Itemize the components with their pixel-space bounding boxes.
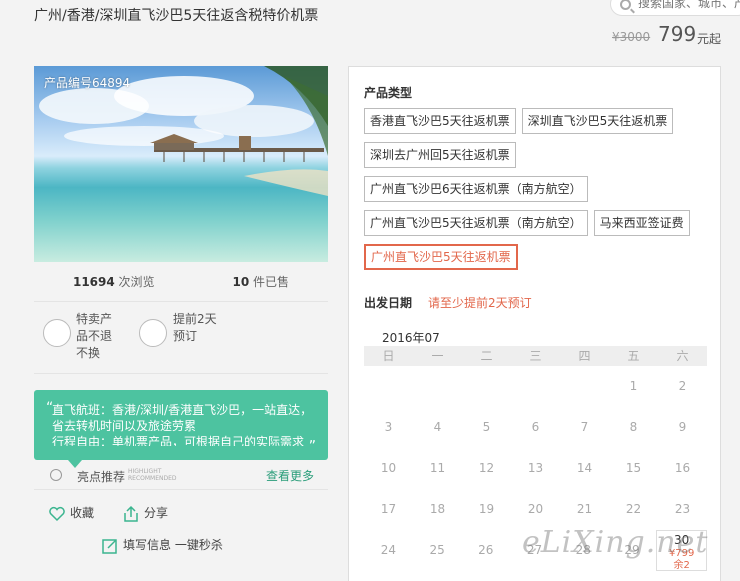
views-stat: 11694 次浏览 bbox=[73, 273, 155, 290]
product-type-chip[interactable]: 广州直飞沙巴6天往返机票（南方航空） bbox=[364, 176, 588, 202]
calendar-day: 24 bbox=[380, 543, 396, 557]
favorite-button[interactable]: 收藏 bbox=[48, 504, 94, 523]
weekday-label: 六 bbox=[676, 349, 689, 363]
calendar-week-row: 17 18 19 20 21 22 23 bbox=[364, 489, 707, 530]
highlight-label: 亮点推荐 bbox=[77, 470, 126, 484]
fill-info-label: 填写信息 一键秒杀 bbox=[123, 538, 223, 552]
see-more-link[interactable]: 查看更多 bbox=[266, 467, 314, 484]
search-input[interactable] bbox=[638, 0, 740, 10]
calendar-day: 22 bbox=[625, 502, 642, 516]
booking-panel: 产品类型 香港直飞沙巴5天往返机票 深圳直飞沙巴5天往返机票 深圳去广州回5天往返机… bbox=[348, 66, 721, 581]
calendar-day: 10 bbox=[380, 461, 397, 475]
calendar-day: 11 bbox=[429, 461, 446, 475]
calendar-day bbox=[511, 366, 560, 407]
product-panel: 产品编号64894 11694 次浏览 10 件已售 特卖产 品不退 不换 提前… bbox=[34, 66, 328, 560]
calendar-day: 14 bbox=[576, 461, 593, 475]
feature-advance-booking: 提前2天 预订 bbox=[173, 312, 217, 343]
calendar-day: 4 bbox=[433, 420, 442, 434]
calendar-day: 17 bbox=[380, 502, 397, 516]
product-type-chip[interactable]: 深圳去广州回5天往返机票 bbox=[364, 142, 516, 168]
views-label: 次浏览 bbox=[114, 275, 155, 289]
clock-icon bbox=[139, 319, 167, 347]
weekday-label: 日 bbox=[382, 349, 395, 363]
departure-date-title: 出发日期 bbox=[364, 296, 413, 310]
product-type-title: 产品类型 bbox=[364, 86, 413, 100]
product-type-chip[interactable]: 广州直飞沙巴5天往返机票（南方航空） bbox=[364, 210, 588, 236]
calendar-day: 21 bbox=[576, 502, 593, 516]
weekday-label: 二 bbox=[480, 349, 493, 363]
search-icon[interactable] bbox=[620, 0, 631, 10]
calendar-day: 18 bbox=[429, 502, 446, 516]
weekday-label: 三 bbox=[529, 349, 542, 363]
product-features: 特卖产 品不退 不换 提前2天 预订 bbox=[34, 302, 328, 374]
calendar-day: 16 bbox=[674, 461, 691, 475]
calendar-day: 2 bbox=[678, 379, 687, 393]
promo-text: 直飞航班：香港/深圳/香港直飞沙巴，一站直达，省去转机时间以及旅途劳累 行程自由… bbox=[52, 403, 313, 446]
calendar-day: 7 bbox=[580, 420, 589, 434]
beach-pier-illustration bbox=[39, 66, 328, 196]
calendar-day: 26 bbox=[478, 543, 494, 557]
views-count: 11694 bbox=[72, 275, 115, 289]
promo-banner: “ 直飞航班：香港/深圳/香港直飞沙巴，一站直达，省去转机时间以及旅途劳累 行程… bbox=[34, 390, 328, 468]
product-type-chip[interactable]: 马来西亚签证费 bbox=[593, 210, 690, 236]
tag-icon bbox=[43, 319, 71, 347]
calendar-day: 23 bbox=[674, 502, 691, 516]
original-price: ¥3000 bbox=[612, 30, 651, 44]
current-price: 799 bbox=[658, 22, 697, 46]
search-box[interactable] bbox=[610, 0, 740, 16]
share-icon bbox=[124, 505, 138, 522]
calendar-day: 20 bbox=[527, 502, 544, 516]
product-photo: 产品编号64894 bbox=[34, 66, 328, 262]
calendar-day: 13 bbox=[527, 461, 544, 475]
weekday-label: 五 bbox=[627, 349, 640, 363]
weekday-label: 一 bbox=[431, 349, 444, 363]
product-type-chip[interactable]: 香港直飞沙巴5天往返机票 bbox=[364, 108, 516, 134]
sold-stat: 10 件已售 bbox=[232, 273, 289, 290]
calendar-day bbox=[364, 366, 413, 407]
product-type-chip[interactable]: 深圳直飞沙巴5天往返机票 bbox=[521, 108, 674, 134]
product-stats: 11694 次浏览 10 件已售 bbox=[34, 262, 328, 302]
sun-icon bbox=[50, 469, 62, 481]
calendar-weekdays: 日一二三四五六 bbox=[364, 346, 707, 366]
heart-icon bbox=[49, 506, 65, 521]
site-watermark: eLiXing.net bbox=[522, 525, 709, 560]
calendar-day: 15 bbox=[625, 461, 642, 475]
weekday-label: 四 bbox=[578, 349, 591, 363]
calendar-day: 12 bbox=[478, 461, 495, 475]
calendar-week-row: 3 4 5 6 7 8 9 bbox=[364, 407, 707, 448]
sold-count: 10 bbox=[232, 275, 250, 289]
calendar-day: 25 bbox=[429, 543, 445, 557]
calendar-day: 8 bbox=[629, 420, 638, 434]
fill-info-button[interactable]: 填写信息 一键秒杀 bbox=[101, 536, 223, 555]
product-actions: 收藏 分享 填写信息 一键秒杀 bbox=[34, 490, 328, 560]
page-title: 广州/香港/深圳直飞沙巴5天往返含税特价机票 bbox=[34, 8, 319, 24]
feature-no-refund: 特卖产 品不退 不换 bbox=[76, 312, 113, 360]
product-code: 产品编号64894 bbox=[44, 76, 131, 90]
calendar-day-stock: 余2 bbox=[673, 560, 690, 571]
highlight-sublabel: HIGHLIGHT RECOMMENDED bbox=[128, 468, 177, 482]
calendar-day: 9 bbox=[678, 420, 687, 434]
calendar-week-row: 12 bbox=[364, 366, 707, 407]
share-button[interactable]: 分享 bbox=[122, 504, 168, 523]
calendar-day: 19 bbox=[478, 502, 495, 516]
calendar-day bbox=[560, 366, 609, 407]
calendar-day: 5 bbox=[482, 420, 491, 434]
calendar-day: 1 bbox=[629, 379, 638, 393]
close-quote-icon: „ bbox=[308, 430, 316, 446]
date-tip: 请至少提前2天预订 bbox=[428, 296, 532, 310]
edit-icon bbox=[102, 538, 117, 554]
product-type-chip[interactable]: 广州直飞沙巴5天往返机票 bbox=[364, 244, 518, 270]
sold-label: 件已售 bbox=[249, 275, 290, 289]
calendar-day: 3 bbox=[384, 420, 393, 434]
product-type-list: 香港直飞沙巴5天往返机票 深圳直飞沙巴5天往返机票 深圳去广州回5天往返机票 广州直飞… bbox=[364, 108, 714, 278]
highlight-bar: 亮点推荐 HIGHLIGHT RECOMMENDED 查看更多 bbox=[34, 460, 328, 490]
calendar-day bbox=[413, 366, 462, 407]
calendar-day: 6 bbox=[531, 420, 540, 434]
share-label: 分享 bbox=[144, 506, 169, 520]
calendar-week-row: 10 11 12 13 14 15 16 bbox=[364, 448, 707, 489]
price-unit: 元起 bbox=[697, 32, 722, 46]
calendar-day bbox=[462, 366, 511, 407]
favorite-label: 收藏 bbox=[70, 506, 95, 520]
